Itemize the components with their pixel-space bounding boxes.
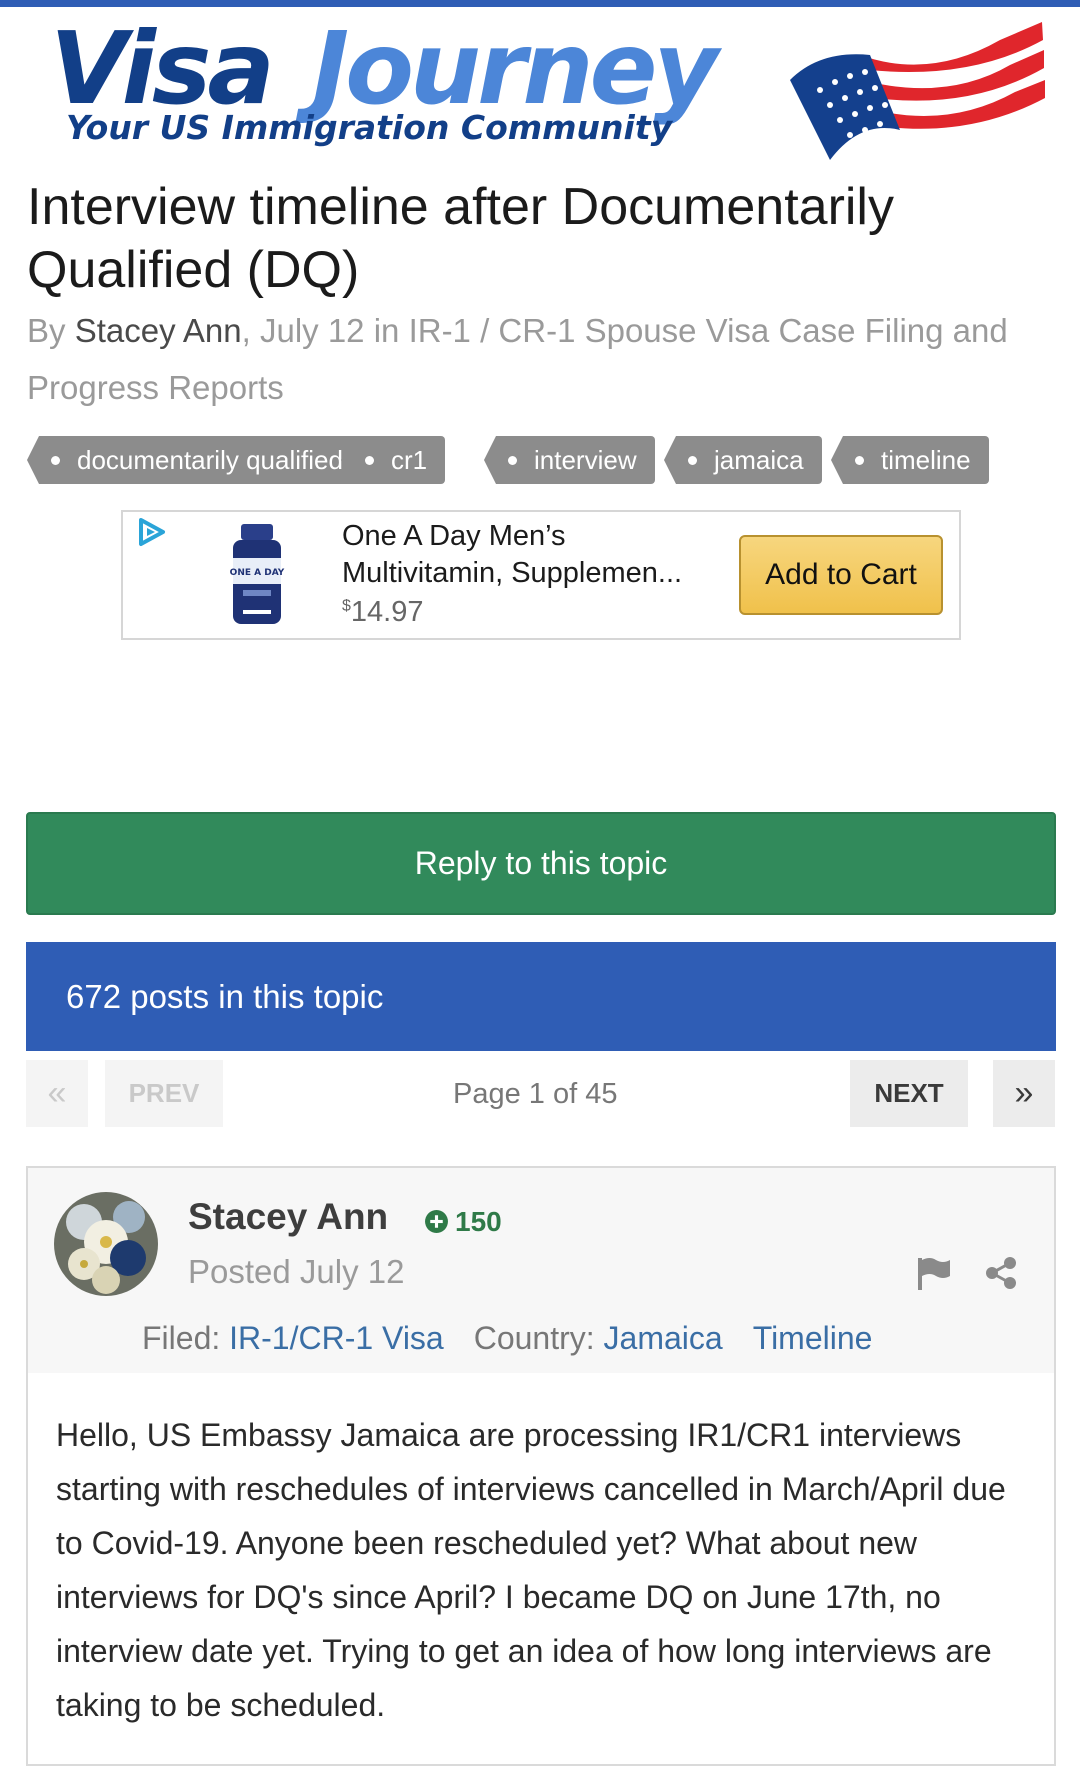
avatar[interactable] (54, 1192, 158, 1296)
top-accent-bar (0, 0, 1080, 7)
site-logo[interactable]: Visa Journey Your US Immigration Communi… (50, 10, 1045, 160)
post-author-name[interactable]: Stacey Ann (188, 1196, 388, 1238)
prev-page-button[interactable]: PREV (105, 1060, 223, 1127)
posts-count-bar: 672 posts in this topic (26, 942, 1056, 1051)
ad-banner[interactable]: ONE A DAY One A Day Men’s Multivitamin, … (121, 510, 961, 640)
tag-jamaica[interactable]: jamaica (664, 436, 822, 484)
byline-author-link[interactable]: Stacey Ann (75, 312, 242, 349)
timeline-link[interactable]: Timeline (753, 1320, 873, 1356)
us-flag-icon (790, 15, 1045, 160)
post-header: Stacey Ann 150 Posted July 12 Filed: IR-… (28, 1168, 1054, 1373)
page-indicator[interactable]: Page 1 of 45 (453, 1078, 617, 1111)
filed-value-link[interactable]: IR-1/CR-1 Visa (229, 1320, 444, 1356)
reply-to-topic-button[interactable]: Reply to this topic (26, 812, 1056, 915)
topic-title: Interview timeline after Documentarily Q… (27, 178, 894, 299)
byline-prefix: By (27, 312, 75, 349)
ad-product-price: $14.97 (342, 596, 423, 629)
vitamin-bottle-icon: ONE A DAY (230, 524, 285, 624)
country-value-link[interactable]: Jamaica (604, 1320, 723, 1356)
tag-cr1[interactable]: cr1 (340, 436, 446, 484)
ad-choices-icon[interactable] (133, 514, 169, 550)
share-icon[interactable] (984, 1256, 1018, 1290)
byline-date: , July 12 in (241, 312, 409, 349)
reputation-badge: 150 (424, 1206, 502, 1238)
post-card: Stacey Ann 150 Posted July 12 Filed: IR-… (26, 1166, 1056, 1766)
last-page-button[interactable]: » (993, 1060, 1055, 1127)
add-to-cart-button[interactable]: Add to Cart (739, 535, 943, 615)
report-flag-icon[interactable] (916, 1256, 952, 1290)
tag-timeline[interactable]: timeline (831, 436, 989, 484)
avatar-flowers-image (54, 1192, 158, 1296)
reputation-count: 150 (455, 1206, 502, 1237)
tag-documentarily-qualified[interactable]: documentarily qualified (27, 436, 361, 484)
logo-tagline: Your US Immigration Community (66, 108, 673, 147)
filed-label: Filed: (142, 1320, 221, 1356)
ad-product-name[interactable]: One A Day Men’s Multivitamin, Supplemen.… (342, 518, 702, 592)
post-body: Hello, US Embassy Jamaica are processing… (56, 1417, 1006, 1723)
ad-currency: $ (342, 597, 351, 615)
topic-byline: By Stacey Ann, July 12 in IR-1 / CR-1 Sp… (27, 302, 1057, 416)
plus-circle-icon (425, 1210, 448, 1233)
ad-price-value: 14.97 (350, 596, 424, 628)
country-label: Country: (473, 1320, 595, 1356)
first-page-button[interactable]: « (26, 1060, 88, 1127)
post-date[interactable]: Posted July 12 (188, 1253, 404, 1291)
next-page-button[interactable]: NEXT (850, 1060, 968, 1127)
svg-text:ONE A DAY: ONE A DAY (230, 568, 285, 578)
post-meta-row: Filed: IR-1/CR-1 Visa Country: Jamaica Tim… (142, 1320, 872, 1357)
tag-interview[interactable]: interview (484, 436, 655, 484)
